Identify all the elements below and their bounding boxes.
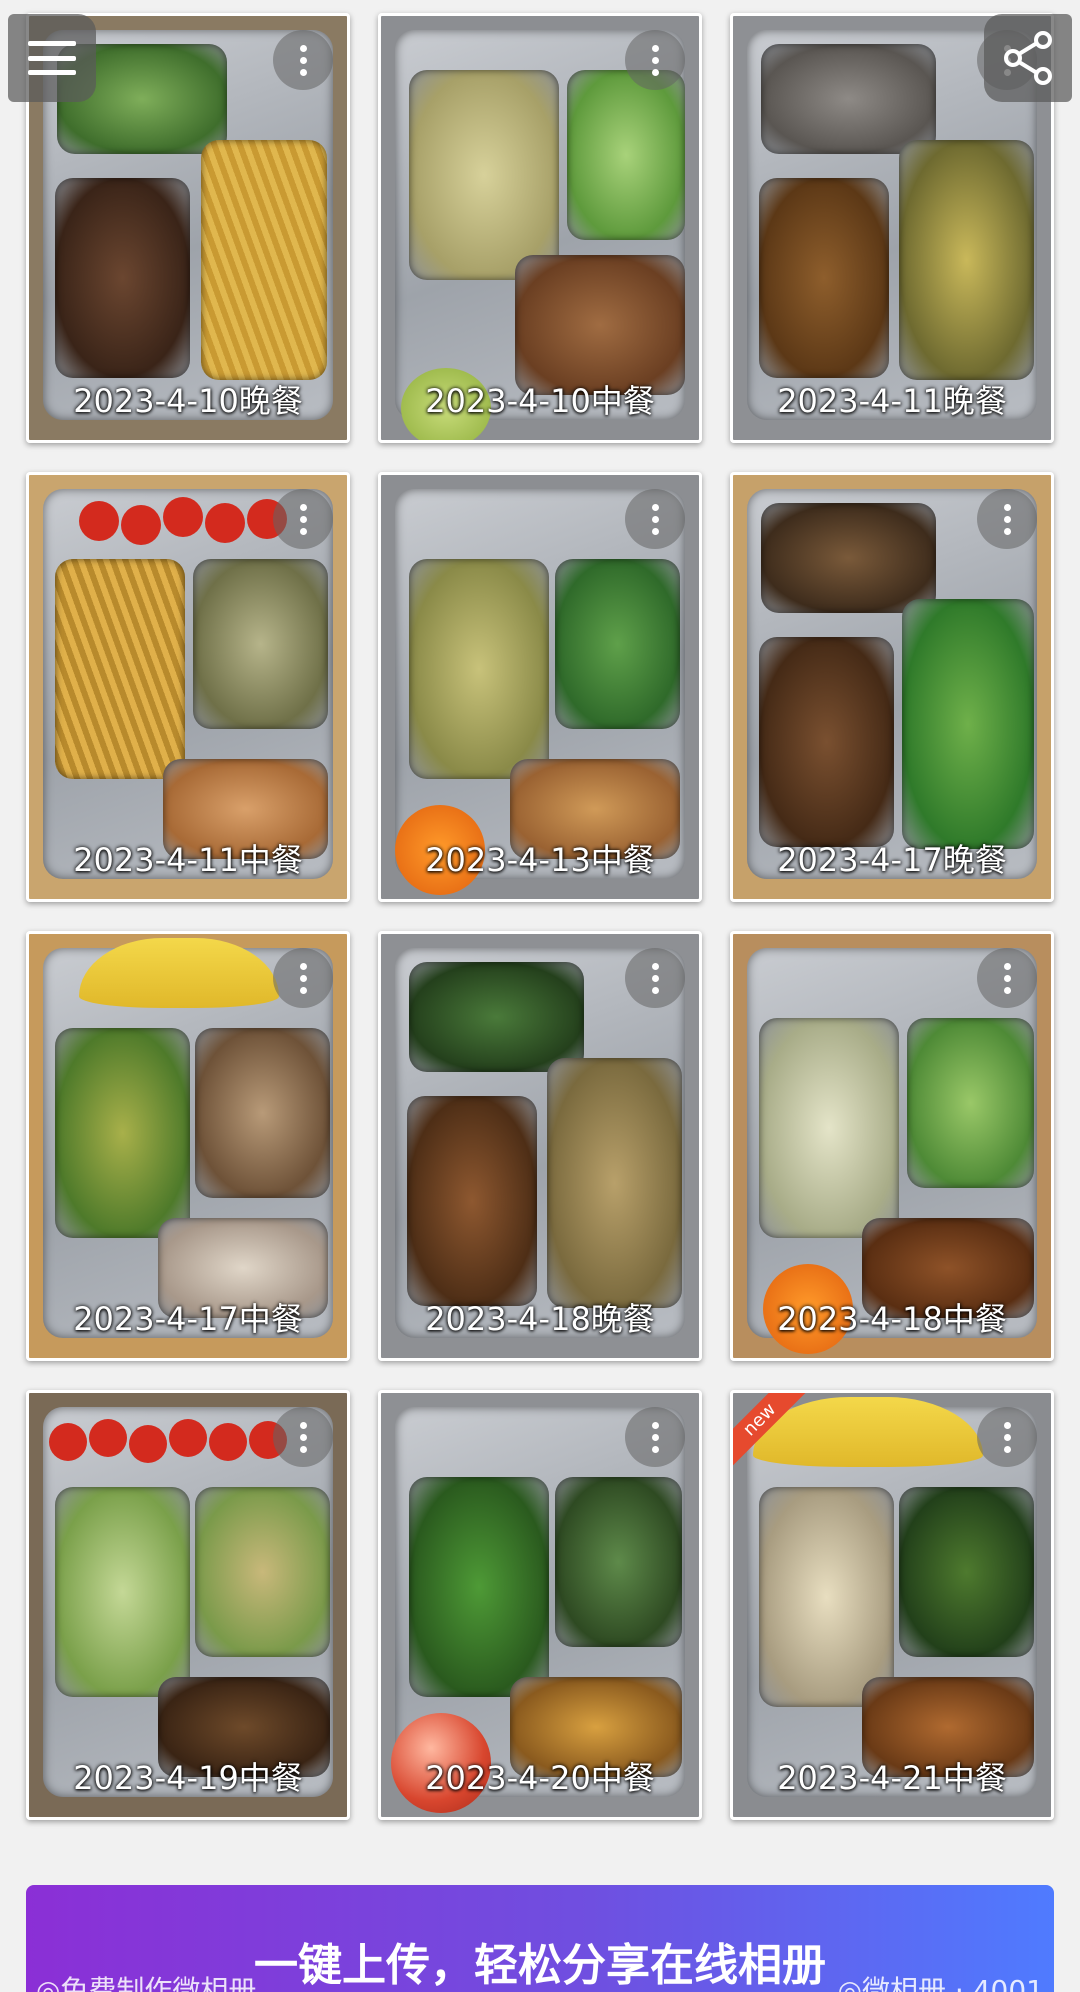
photo-card[interactable]: 2023-4-20中餐 [378,1390,702,1820]
banner-footer-right: ◎微相册 · 4001 [837,1974,1044,1992]
photo-caption: 2023-4-17晚餐 [777,841,1007,879]
more-vertical-icon [299,962,307,994]
photo-card[interactable]: 2023-4-17中餐 [26,931,350,1361]
more-vertical-icon [651,503,659,535]
more-options-button[interactable] [625,948,685,1008]
photo-caption: 2023-4-20中餐 [425,1759,655,1797]
more-options-button[interactable] [625,489,685,549]
more-vertical-icon [1003,503,1011,535]
banner-footer: ◎免费制作微相册 ◎微相册 · 4001 [26,1969,1054,1992]
photo-caption: 2023-4-11中餐 [73,841,303,879]
photo-caption: 2023-4-21中餐 [777,1759,1007,1797]
photo-caption: 2023-4-13中餐 [425,841,655,879]
photo-caption: 2023-4-11晚餐 [777,382,1007,420]
photo-card[interactable]: 2023-4-11中餐 [26,472,350,902]
share-icon [1004,31,1052,85]
more-vertical-icon [1003,962,1011,994]
promo-banner[interactable]: 一键上传，轻松分享在线相册 ◎免费制作微相册 ◎微相册 · 4001 [26,1885,1054,1992]
banner-footer-left: ◎免费制作微相册 [36,1974,257,1992]
more-options-button[interactable] [977,948,1037,1008]
photo-card[interactable]: 2023-4-10中餐 [378,13,702,443]
photo-card[interactable]: 2023-4-18晚餐 [378,931,702,1361]
more-options-button[interactable] [625,1407,685,1467]
photo-caption: 2023-4-10中餐 [425,382,655,420]
more-vertical-icon [299,1421,307,1453]
photo-caption: 2023-4-18晚餐 [425,1300,655,1338]
more-options-button[interactable] [273,489,333,549]
photo-card[interactable]: 2023-4-17晚餐 [730,472,1054,902]
photo-caption: 2023-4-19中餐 [73,1759,303,1797]
hamburger-menu-icon [28,41,76,75]
more-vertical-icon [1003,1421,1011,1453]
share-button[interactable] [984,14,1072,102]
more-options-button[interactable] [625,30,685,90]
more-options-button[interactable] [273,1407,333,1467]
photo-caption: 2023-4-18中餐 [777,1300,1007,1338]
photo-card[interactable]: 2023-4-13中餐 [378,472,702,902]
menu-button[interactable] [8,14,96,102]
more-options-button[interactable] [977,489,1037,549]
more-vertical-icon [651,962,659,994]
more-options-button[interactable] [273,948,333,1008]
more-vertical-icon [299,44,307,76]
more-options-button[interactable] [273,30,333,90]
photo-caption: 2023-4-10晚餐 [73,382,303,420]
photo-card[interactable]: 2023-4-18中餐 [730,931,1054,1361]
more-vertical-icon [651,44,659,76]
photo-caption: 2023-4-17中餐 [73,1300,303,1338]
photo-card[interactable]: new 2023-4-21中餐 [730,1390,1054,1820]
photo-card[interactable]: 2023-4-19中餐 [26,1390,350,1820]
more-vertical-icon [299,503,307,535]
more-options-button[interactable] [977,1407,1037,1467]
more-vertical-icon [651,1421,659,1453]
